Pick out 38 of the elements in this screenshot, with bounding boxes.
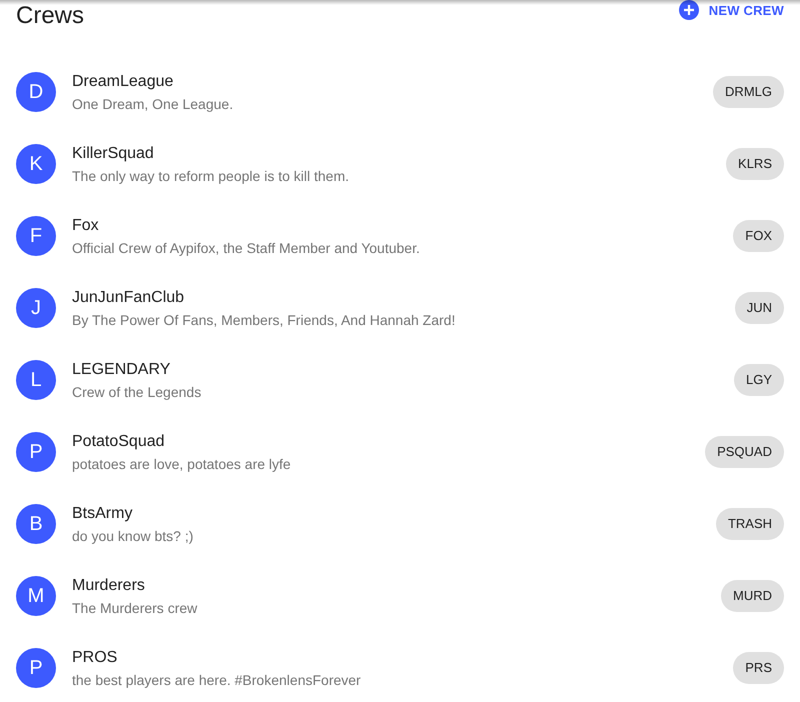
crew-description: The Murderers crew (72, 599, 198, 618)
crew-description: potatoes are love, potatoes are lyfe (72, 455, 292, 474)
crew-tag: TRASH (716, 508, 784, 540)
crew-avatar: B (16, 504, 56, 544)
crew-name: BtsArmy (72, 504, 134, 524)
crew-description: do you know bts? ;) (72, 527, 194, 546)
crew-avatar: D (16, 72, 56, 112)
crew-description: The only way to reform people is to kill them. (72, 167, 350, 186)
crew-name: LEGENDARY (72, 360, 172, 380)
crew-description: the best players are here. #BrokenlensForever (72, 671, 362, 690)
crew-name: Murderers (72, 576, 146, 596)
page-title: Crews (16, 1, 84, 31)
crew-name: PROS (72, 648, 118, 668)
crew-description: Official Crew of Aypifox, the Staff Member and Youtuber. (72, 239, 421, 258)
crew-tag: DRMLG (713, 76, 784, 108)
new-crew-button[interactable]: NEW CREW (678, 0, 786, 20)
crew-avatar: P (16, 648, 56, 688)
crew-tag: PSQUAD (705, 436, 784, 468)
crew-name: DreamLeague (72, 72, 174, 92)
crew-tag: KLRS (726, 148, 784, 180)
crew-avatar: P (16, 432, 56, 472)
crew-tag: MURD (721, 580, 784, 612)
crew-avatar: M (16, 576, 56, 616)
crew-tag: JUN (734, 292, 784, 324)
crew-tag: FOX (733, 220, 784, 252)
crew-avatar: F (16, 216, 56, 256)
crew-name: JunJunFanClub (72, 288, 186, 308)
crew-name: KillerSquad (72, 144, 155, 164)
crew-avatar: J (16, 288, 56, 328)
crew-avatar: L (16, 360, 56, 400)
crew-tag: PRS (733, 652, 784, 684)
crew-description: Crew of the Legends (72, 383, 202, 402)
crew-tag: LGY (734, 364, 784, 396)
crew-description: By The Power Of Fans, Members, Friends, And Hannah Zard! (72, 311, 456, 330)
crew-name: Fox (72, 216, 100, 236)
crew-name: PotatoSquad (72, 432, 166, 452)
crew-description: One Dream, One League. (72, 95, 234, 114)
crew-avatar: K (16, 144, 56, 184)
